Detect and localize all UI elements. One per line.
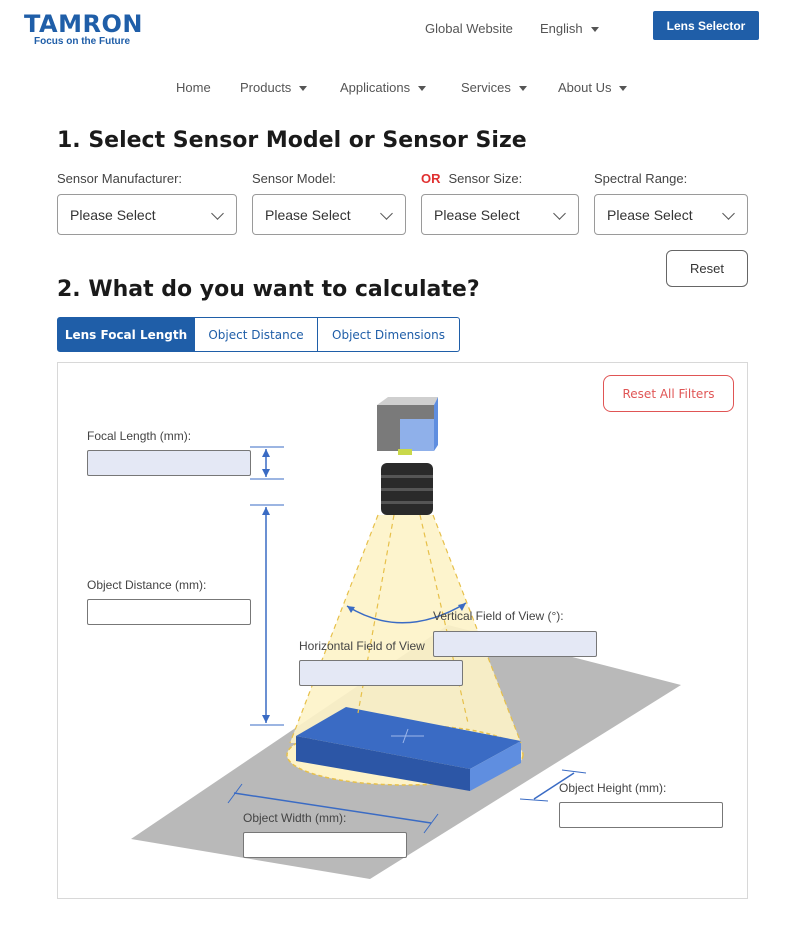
sensor-manufacturer-select[interactable]: Please Select (57, 194, 237, 235)
language-label: English (540, 21, 583, 36)
tab-object-dimensions[interactable]: Object Dimensions (318, 317, 460, 352)
caret-down-icon (590, 27, 599, 33)
spectral-range-label: Spectral Range: (594, 171, 688, 186)
horizontal-fov-output[interactable] (299, 660, 463, 686)
sensor-model-select[interactable]: Please Select (252, 194, 406, 235)
chevron-down-icon (553, 207, 566, 220)
global-website-link[interactable]: Global Website (425, 21, 513, 36)
spectral-range-select[interactable]: Please Select (594, 194, 748, 235)
camera-side (434, 397, 438, 451)
focal-length-output[interactable] (87, 450, 251, 476)
sensor-size-label-group: OR Sensor Size: (421, 171, 522, 186)
sensor-model-value: Please Select (265, 206, 351, 223)
object-width-field[interactable] (243, 832, 407, 858)
section-1-title: 1. Select Sensor Model or Sensor Size (57, 128, 527, 153)
sensor-manufacturer-label: Sensor Manufacturer: (57, 171, 183, 186)
or-label: OR (421, 171, 441, 186)
nav-applications[interactable]: Applications (340, 80, 427, 95)
tab-lens-focal-length[interactable]: Lens Focal Length (57, 317, 195, 352)
camera-sensor-face (400, 419, 434, 451)
calculation-tabs: Lens Focal Length Object Distance Object… (57, 317, 460, 352)
sensor-size-select[interactable]: Please Select (421, 194, 579, 235)
logo-tagline: Focus on the Future (34, 36, 131, 47)
chevron-down-icon (211, 207, 224, 220)
object-height-label: Object Height (mm): (559, 781, 667, 795)
spectral-range-value: Please Select (607, 206, 693, 223)
object-distance-label: Object Distance (mm): (87, 578, 207, 592)
reset-all-filters-button[interactable]: Reset All Filters (603, 375, 734, 412)
caret-down-icon (619, 86, 628, 92)
nav-about-label: About Us (558, 80, 612, 95)
nav-products[interactable]: Products (240, 80, 308, 95)
sensor-model-label: Sensor Model: (252, 171, 336, 186)
vertical-fov-output[interactable] (433, 631, 597, 657)
object-height-field[interactable] (559, 802, 723, 828)
nav-about-us[interactable]: About Us (558, 80, 628, 95)
height-dim-tick-bottom (519, 798, 549, 802)
nav-services-label: Services (461, 80, 511, 95)
nav-services[interactable]: Services (461, 80, 527, 95)
logo[interactable]: TAMRON (24, 10, 143, 38)
object-width-label: Object Width (mm): (243, 811, 347, 825)
sensor-size-label: Sensor Size: (448, 171, 523, 186)
caret-down-icon (518, 86, 527, 92)
caret-down-icon (299, 86, 308, 92)
reset-button[interactable]: Reset (666, 250, 748, 287)
caret-down-icon (418, 86, 427, 92)
sensor-manufacturer-value: Please Select (70, 206, 156, 223)
section-2-title: 2. What do you want to calculate? (57, 277, 480, 302)
language-selector[interactable]: English (540, 21, 599, 36)
object-distance-field[interactable] (87, 599, 251, 625)
arrow-icon (262, 507, 270, 515)
calculator-panel: Reset All Filters Focal Length (mm): Obj… (57, 362, 748, 899)
arrow-icon (262, 469, 270, 477)
lens-ring (381, 475, 433, 478)
arrow-icon (262, 715, 270, 723)
nav-home[interactable]: Home (176, 80, 211, 95)
camera-indicator (398, 449, 412, 455)
lens-selector-button[interactable]: Lens Selector (653, 11, 759, 40)
camera-top (377, 397, 438, 405)
light-cone (290, 515, 521, 743)
nav-products-label: Products (240, 80, 292, 95)
chevron-down-icon (380, 207, 393, 220)
sensor-size-value: Please Select (434, 206, 520, 223)
lens-ring (381, 501, 433, 504)
chevron-down-icon (722, 207, 735, 220)
focal-length-label: Focal Length (mm): (87, 429, 192, 443)
tab-object-distance[interactable]: Object Distance (195, 317, 318, 352)
lens-ring (381, 488, 433, 491)
horizontal-fov-label: Horizontal Field of View (299, 639, 425, 653)
height-dim-tick-top (561, 769, 587, 774)
arrow-icon (262, 449, 270, 457)
vertical-fov-label: Vertical Field of View (°): (433, 609, 564, 623)
nav-applications-label: Applications (340, 80, 411, 95)
